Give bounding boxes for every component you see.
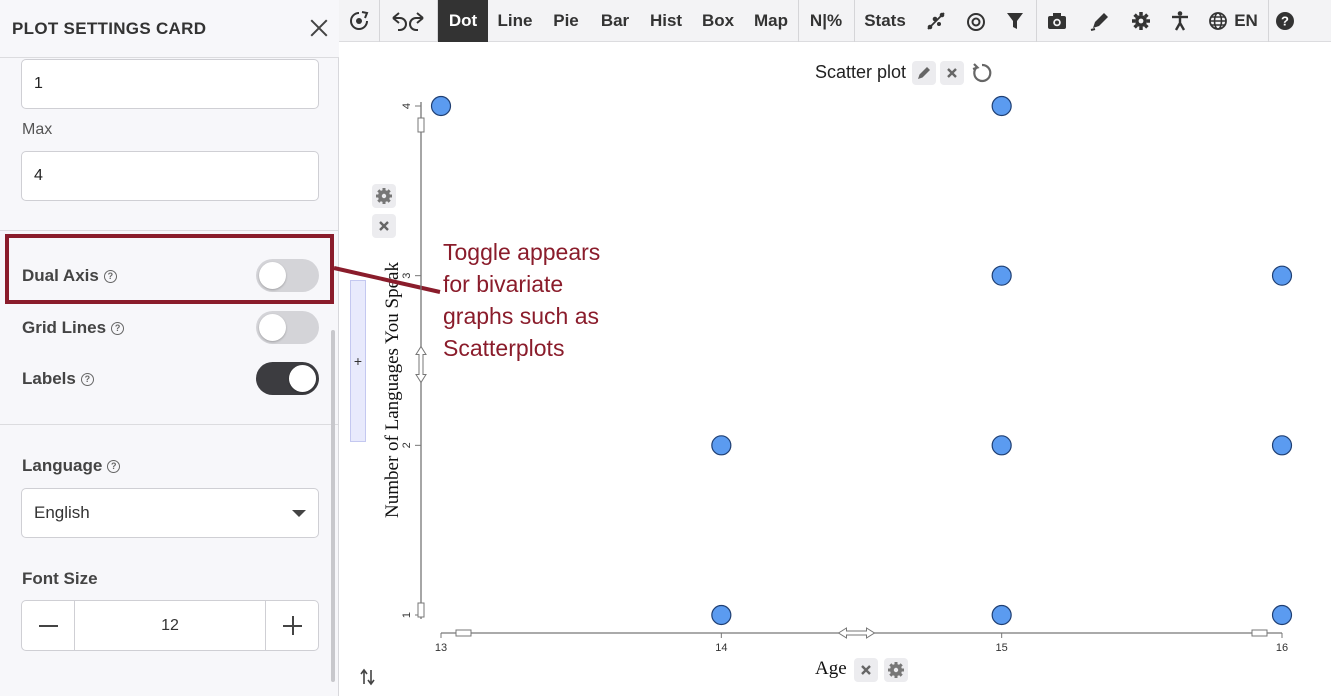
y-tick-label: 4 (401, 103, 413, 109)
data-point[interactable] (711, 604, 732, 626)
x-min-handle[interactable] (455, 629, 472, 637)
data-point[interactable] (1271, 265, 1293, 286)
x-tick-label: 13 (435, 642, 447, 654)
y-tick-label: 2 (401, 442, 413, 448)
scatter-plot: 1 2 3 4 13 14 15 16 (401, 95, 1293, 654)
data-point[interactable] (1271, 604, 1293, 626)
x-max-handle[interactable] (1251, 629, 1268, 637)
x-tick-label: 15 (996, 642, 1008, 654)
y-axis-drag-handle[interactable] (415, 345, 427, 384)
y-tick-label: 1 (401, 612, 413, 618)
data-point[interactable] (991, 435, 1012, 456)
x-tick-label: 16 (1276, 642, 1288, 654)
data-point[interactable] (1271, 435, 1293, 456)
data-point[interactable] (430, 95, 452, 117)
x-axis-drag-handle[interactable] (837, 627, 876, 639)
y-max-handle[interactable] (417, 117, 425, 133)
data-point[interactable] (991, 604, 1012, 626)
data-point[interactable] (711, 435, 732, 456)
data-point[interactable] (991, 95, 1012, 117)
y-tick-label: 3 (401, 273, 413, 279)
data-point[interactable] (991, 265, 1012, 286)
x-tick-label: 14 (715, 642, 727, 654)
y-min-handle[interactable] (417, 602, 425, 618)
